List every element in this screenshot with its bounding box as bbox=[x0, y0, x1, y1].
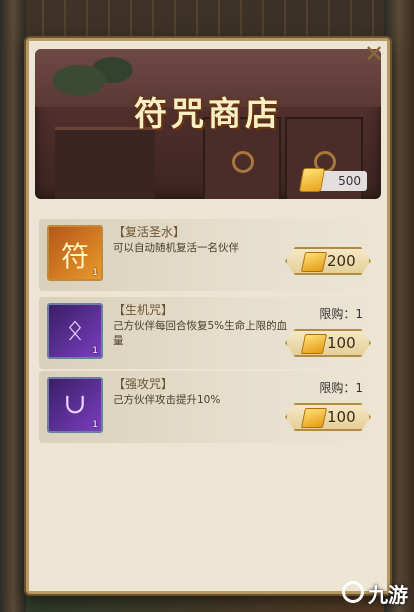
item-name: 【生机咒】 bbox=[113, 303, 174, 317]
item-count: 1 bbox=[92, 346, 98, 356]
background-pillar-left bbox=[0, 0, 26, 612]
price-value: 100 bbox=[327, 334, 356, 352]
gold-bar-icon bbox=[301, 408, 327, 428]
gold-bar-icon bbox=[298, 168, 326, 192]
close-icon[interactable]: ✕ bbox=[363, 42, 385, 66]
gold-bar-icon bbox=[301, 334, 327, 354]
buy-button[interactable]: 200 bbox=[285, 247, 371, 275]
purchase-limit: 限购：1 bbox=[319, 307, 363, 321]
currency-display: 500 bbox=[298, 168, 367, 192]
item-name: 【复活圣水】 bbox=[113, 225, 186, 239]
item-count: 1 bbox=[92, 420, 98, 430]
buy-button[interactable]: 100 bbox=[285, 329, 371, 357]
buy-button[interactable]: 100 bbox=[285, 403, 371, 431]
currency-amount: 500 bbox=[338, 174, 361, 188]
vitality-curse-icon[interactable]: ᛟ 1 bbox=[47, 303, 103, 359]
talisman-shop-panel: 符咒商店 500 ✕ 符 1 【复活圣水】 可以自动随机复活一名伙伴 200 ᛟ… bbox=[26, 38, 390, 594]
item-description: 己方伙伴攻击提升10% bbox=[113, 394, 221, 406]
price-value: 200 bbox=[327, 252, 356, 270]
shop-item-row: ∪ 1 【强攻咒】 己方伙伴攻击提升10% 限购：1 100 bbox=[39, 371, 377, 443]
shop-item-row: 符 1 【复活圣水】 可以自动随机复活一名伙伴 200 bbox=[39, 219, 377, 291]
item-description: 己方伙伴每回合恢复5%生命上限的血量 bbox=[113, 320, 288, 347]
price-value: 100 bbox=[327, 408, 356, 426]
purchase-limit: 限购：1 bbox=[319, 381, 363, 395]
shop-title: 符咒商店 bbox=[134, 94, 282, 133]
watermark: 九游 bbox=[342, 579, 408, 608]
shop-item-row: ᛟ 1 【生机咒】 己方伙伴每回合恢复5%生命上限的血量 限购：1 100 bbox=[39, 297, 377, 369]
power-attack-curse-icon[interactable]: ∪ 1 bbox=[47, 377, 103, 433]
door-ring-icon bbox=[232, 151, 254, 173]
gold-bar-icon bbox=[301, 252, 327, 272]
holy-water-talisman-icon[interactable]: 符 1 bbox=[47, 225, 103, 281]
item-name: 【强攻咒】 bbox=[113, 377, 174, 391]
item-description: 可以自动随机复活一名伙伴 bbox=[113, 242, 239, 254]
shop-header: 符咒商店 500 bbox=[35, 49, 381, 199]
background-fence bbox=[0, 0, 414, 38]
header-building bbox=[55, 127, 155, 199]
item-count: 1 bbox=[92, 268, 98, 278]
watermark-logo-icon bbox=[342, 581, 364, 603]
